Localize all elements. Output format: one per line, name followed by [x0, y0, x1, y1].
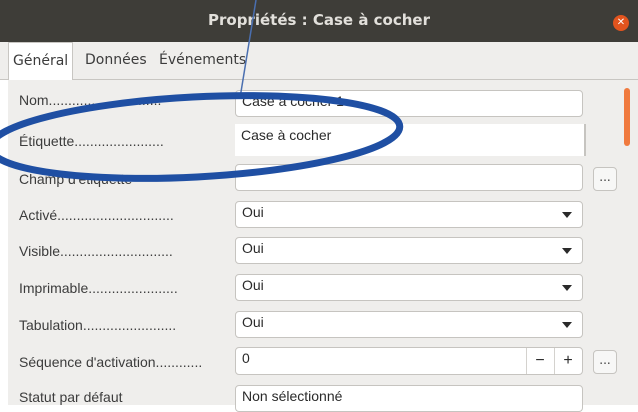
pointer-line	[239, 0, 257, 99]
annotation-overlay	[0, 0, 404, 182]
highlight-ellipse	[0, 92, 404, 182]
